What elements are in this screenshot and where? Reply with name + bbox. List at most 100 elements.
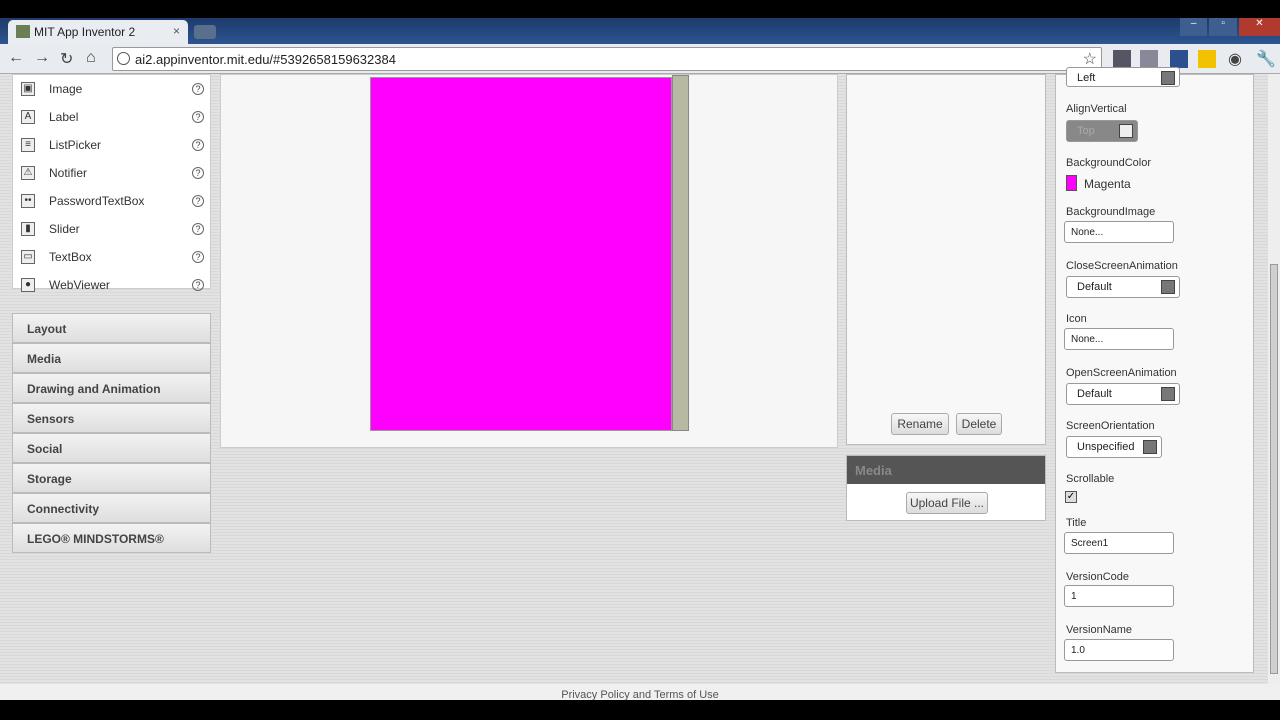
close-screen-animation-select[interactable]: Default [1066, 276, 1180, 298]
minimize-icon[interactable]: – [1180, 18, 1208, 36]
select-value: Left [1077, 72, 1096, 84]
footer-link[interactable]: Privacy Policy and Terms of Use [0, 684, 1280, 700]
palette-label: TextBox [49, 250, 92, 264]
prop-label: BackgroundImage [1066, 206, 1156, 218]
page-scrollbar-thumb[interactable] [1270, 264, 1278, 674]
palette-label: WebViewer [49, 278, 110, 292]
qr-extension-icon[interactable] [1113, 50, 1131, 68]
help-icon[interactable]: ? [192, 139, 204, 151]
category-lego-mindstorms[interactable]: LEGO® MINDSTORMS® [12, 523, 211, 553]
chat-extension-icon[interactable]: ◉ [1228, 49, 1242, 69]
scrollable-checkbox[interactable]: ✓ [1065, 491, 1077, 503]
extension-icon[interactable] [1140, 50, 1158, 68]
extension-icon[interactable] [1198, 50, 1216, 68]
forward-icon[interactable]: → [34, 49, 50, 67]
help-icon[interactable]: ? [192, 83, 204, 95]
upload-file-button[interactable]: Upload File ... [906, 492, 988, 514]
dropdown-icon [1161, 387, 1175, 401]
close-window-icon[interactable]: ✕ [1238, 18, 1280, 36]
align-horizontal-select[interactable]: Left [1066, 67, 1180, 87]
palette-item-passwordtextbox[interactable]: •• PasswordTextBox? [13, 187, 210, 215]
category-connectivity[interactable]: Connectivity [12, 493, 211, 523]
wrench-menu-icon[interactable]: 🔧 [1256, 49, 1276, 69]
palette-item-webviewer[interactable]: ● WebViewer? [13, 271, 210, 299]
prop-label: CloseScreenAnimation [1066, 260, 1178, 272]
palette-label: Slider [49, 222, 80, 236]
palette-item-textbox[interactable]: ▭ TextBox? [13, 243, 210, 271]
screen-preview[interactable] [370, 77, 672, 431]
prop-label: BackgroundColor [1066, 157, 1151, 169]
category-drawing-animation[interactable]: Drawing and Animation [12, 373, 211, 403]
title-field[interactable]: Screen1 [1064, 532, 1174, 554]
screen-scrollbar[interactable] [672, 75, 689, 431]
palette-label: ListPicker [49, 138, 102, 152]
dropdown-icon [1161, 71, 1175, 85]
new-tab-button[interactable] [194, 25, 216, 39]
textbox-icon: ▭ [21, 250, 35, 264]
background-image-field[interactable]: None... [1064, 221, 1174, 243]
palette-item-slider[interactable]: ▮ Slider? [13, 215, 210, 243]
category-sensors[interactable]: Sensors [12, 403, 211, 433]
select-value: Default [1077, 281, 1112, 293]
help-icon[interactable]: ? [192, 111, 204, 123]
palette-item-image[interactable]: ▣ Image? [13, 75, 210, 103]
category-storage[interactable]: Storage [12, 463, 211, 493]
address-bar[interactable]: ai2.appinventor.mit.edu/#539265815963238… [112, 47, 1102, 71]
listpicker-icon: ≡ [21, 138, 35, 152]
help-icon[interactable]: ? [192, 223, 204, 235]
delete-button[interactable]: Delete [956, 413, 1002, 435]
home-icon[interactable]: ⌂ [86, 49, 96, 67]
analytics-extension-icon[interactable] [1170, 50, 1188, 68]
icon-field[interactable]: None... [1064, 328, 1174, 350]
components-panel: Rename Delete [846, 74, 1046, 445]
select-value: Top [1077, 125, 1095, 137]
password-icon: •• [21, 194, 35, 208]
background-color-value[interactable]: Magenta [1084, 177, 1131, 191]
reload-icon[interactable]: ↻ [60, 49, 73, 69]
category-social[interactable]: Social [12, 433, 211, 463]
bookmark-star-icon[interactable]: ☆ [1083, 49, 1097, 69]
prop-label: AlignVertical [1066, 103, 1127, 115]
prop-label: Title [1066, 517, 1087, 529]
help-icon[interactable]: ? [192, 167, 204, 179]
slider-icon: ▮ [21, 222, 35, 236]
close-tab-icon[interactable]: × [173, 24, 180, 38]
dropdown-icon [1161, 280, 1175, 294]
rename-button[interactable]: Rename [891, 413, 949, 435]
prop-label: Icon [1066, 313, 1087, 325]
palette-label: Label [49, 110, 79, 124]
dropdown-icon [1119, 124, 1133, 138]
category-media[interactable]: Media [12, 343, 211, 373]
webviewer-icon: ● [21, 278, 35, 292]
version-name-field[interactable]: 1.0 [1064, 639, 1174, 661]
window-controls: – ▫ ✕ [1180, 18, 1280, 36]
media-panel: Media Upload File ... [846, 455, 1046, 521]
properties-panel: Left AlignVertical Top BackgroundColor M… [1055, 67, 1254, 673]
back-icon[interactable]: ← [8, 49, 24, 67]
palette-item-listpicker[interactable]: ≡ ListPicker? [13, 131, 210, 159]
prop-label: VersionName [1066, 624, 1133, 636]
viewer-panel [220, 74, 838, 448]
image-icon: ▣ [21, 82, 35, 96]
palette-label: PasswordTextBox [49, 194, 145, 208]
color-swatch[interactable] [1066, 175, 1077, 191]
help-icon[interactable]: ? [192, 251, 204, 263]
browser-tab[interactable]: MIT App Inventor 2 × [8, 20, 188, 44]
dropdown-icon [1143, 440, 1157, 454]
align-vertical-select: Top [1066, 120, 1138, 142]
label-icon: A [21, 110, 35, 124]
palette-item-label[interactable]: A Label? [13, 103, 210, 131]
help-icon[interactable]: ? [192, 195, 204, 207]
designer-workspace: ▣ Image? A Label? ≡ ListPicker? ⚠ Notifier? … [0, 67, 1280, 700]
screen-orientation-select[interactable]: Unspecified [1066, 436, 1162, 458]
notifier-icon: ⚠ [21, 166, 35, 180]
help-icon[interactable]: ? [192, 279, 204, 291]
prop-label: Scrollable [1066, 473, 1115, 485]
palette-item-notifier[interactable]: ⚠ Notifier? [13, 159, 210, 187]
open-screen-animation-select[interactable]: Default [1066, 383, 1180, 405]
category-layout[interactable]: Layout [12, 313, 211, 343]
tab-title: MIT App Inventor 2 [34, 25, 136, 39]
maximize-icon[interactable]: ▫ [1209, 18, 1237, 36]
palette-label: Image [49, 82, 83, 96]
version-code-field[interactable]: 1 [1064, 585, 1174, 607]
